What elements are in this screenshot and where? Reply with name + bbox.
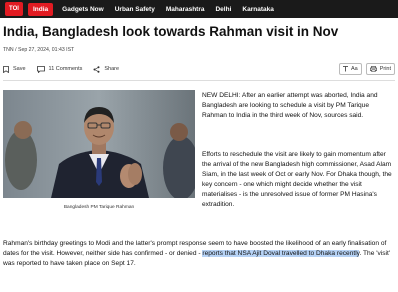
nav-item-india[interactable]: India [28,2,54,16]
share-button[interactable]: Share [93,65,120,73]
top-nav: TOI India Gadgets Now Urban Safety Mahar… [0,0,398,18]
nav-item-gadgets-now[interactable]: Gadgets Now [62,6,104,13]
share-icon [93,65,100,73]
article-headline: India, Bangladesh look towards Rahman vi… [3,24,339,39]
save-button[interactable]: Save [3,65,26,73]
print-button[interactable]: Print [365,63,395,75]
toi-logo[interactable]: TOI [5,2,23,16]
nav-item-urban-safety[interactable]: Urban Safety [115,6,155,13]
action-bar-divider [3,80,395,81]
share-label: Share [104,66,120,72]
photo-caption: Bangladesh PM Tarique Rahman [63,205,135,210]
logo-text: TOI [9,6,19,12]
article-photo-illustration [3,90,195,198]
nav-item-maharashtra[interactable]: Maharashtra [166,6,205,13]
reader-tools: Aa Print [335,63,395,75]
save-label: Save [13,66,26,72]
comments-button[interactable]: 11 Comments [36,65,83,73]
font-size-button[interactable]: Aa [338,63,362,75]
font-size-label: Aa [350,66,358,72]
selected-text-highlight[interactable]: reports that NSA Ajit Doval travelled to… [202,250,360,257]
comment-icon [36,65,45,73]
article-paragraph-3: Rahman's birthday greetings to Modi and … [3,239,395,269]
print-icon [369,66,377,72]
article-paragraph-1: NEW DELHI: After an earlier attempt was … [202,92,378,119]
article-action-bar: Save 11 Comments Share Aa Print [3,62,395,76]
nav-items: India Gadgets Now Urban Safety Maharasht… [28,2,285,16]
font-size-icon [343,66,348,72]
article-photo[interactable] [3,90,195,198]
nav-item-karnataka[interactable]: Karnataka [242,6,273,13]
comments-label: 11 Comments [48,66,83,72]
article-paragraph-2: Efforts to reschedule the visit are like… [202,151,392,208]
article-byline: TNN / Sep 27, 2024, 01:43 IST [3,47,75,53]
print-label: Print [379,66,391,72]
nav-item-delhi[interactable]: Delhi [215,6,231,13]
bookmark-icon [3,65,9,73]
